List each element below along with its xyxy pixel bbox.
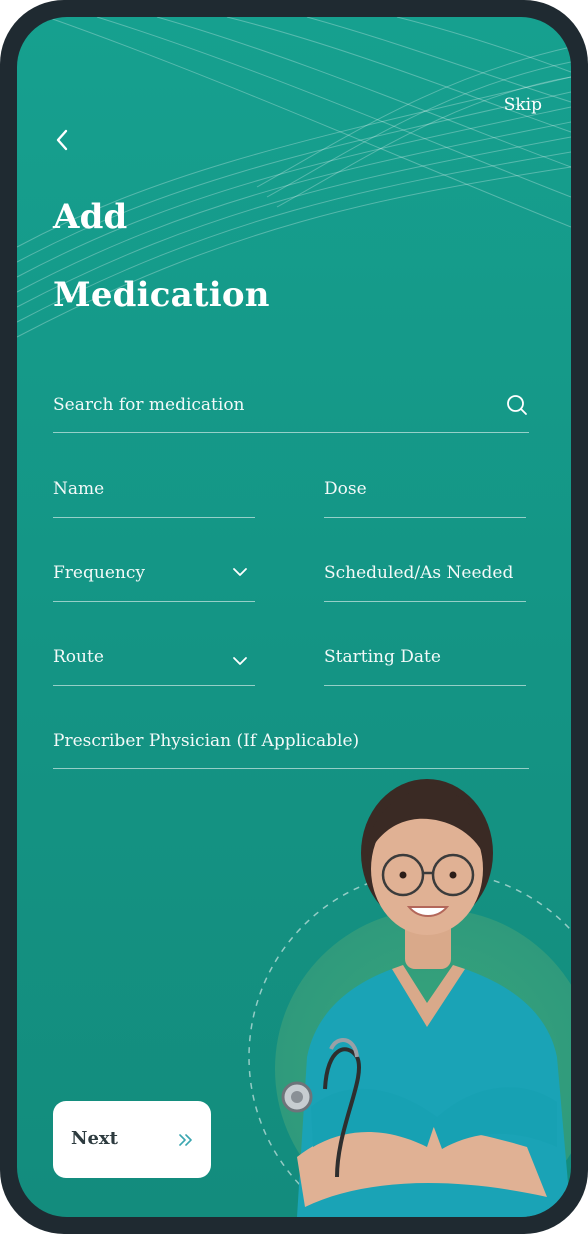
prescriber-label: Prescriber Physician (If Applicable) bbox=[53, 731, 360, 751]
nurse-illustration bbox=[248, 779, 571, 1217]
chevron-left-icon[interactable] bbox=[51, 125, 73, 155]
name-field[interactable]: Name bbox=[53, 479, 255, 518]
chevron-down-icon[interactable] bbox=[231, 563, 249, 581]
next-button[interactable]: Next bbox=[53, 1101, 211, 1178]
page-title-line2: Medication bbox=[53, 275, 270, 315]
search-icon[interactable] bbox=[505, 393, 529, 417]
search-underline bbox=[53, 432, 529, 433]
search-field[interactable]: Search for medication bbox=[53, 395, 529, 433]
dose-underline bbox=[324, 517, 526, 518]
name-underline bbox=[53, 517, 255, 518]
scheduled-field[interactable]: Scheduled/As Needed bbox=[324, 563, 526, 602]
next-label: Next bbox=[71, 1128, 118, 1149]
search-input[interactable]: Search for medication bbox=[53, 395, 245, 415]
frequency-underline bbox=[53, 601, 255, 602]
skip-button[interactable]: Skip bbox=[504, 95, 542, 115]
starting-date-label: Starting Date bbox=[324, 647, 441, 667]
page-title-line1: Add bbox=[53, 197, 128, 237]
name-label: Name bbox=[53, 479, 105, 499]
route-underline bbox=[53, 685, 255, 686]
route-select[interactable]: Route bbox=[53, 647, 255, 686]
frequency-label: Frequency bbox=[53, 563, 145, 583]
dose-label: Dose bbox=[324, 479, 367, 499]
starting-date-underline bbox=[324, 685, 526, 686]
phone-frame: Skip Add Medication Search for medicatio… bbox=[0, 0, 588, 1234]
chevron-down-icon[interactable] bbox=[231, 652, 249, 670]
scheduled-label: Scheduled/As Needed bbox=[324, 563, 514, 583]
scheduled-underline bbox=[324, 601, 526, 602]
route-label: Route bbox=[53, 647, 104, 667]
starting-date-field[interactable]: Starting Date bbox=[324, 647, 526, 686]
dose-field[interactable]: Dose bbox=[324, 479, 526, 518]
frequency-select[interactable]: Frequency bbox=[53, 563, 255, 602]
app-screen: Skip Add Medication Search for medicatio… bbox=[17, 17, 571, 1217]
double-chevron-right-icon bbox=[179, 1134, 192, 1146]
